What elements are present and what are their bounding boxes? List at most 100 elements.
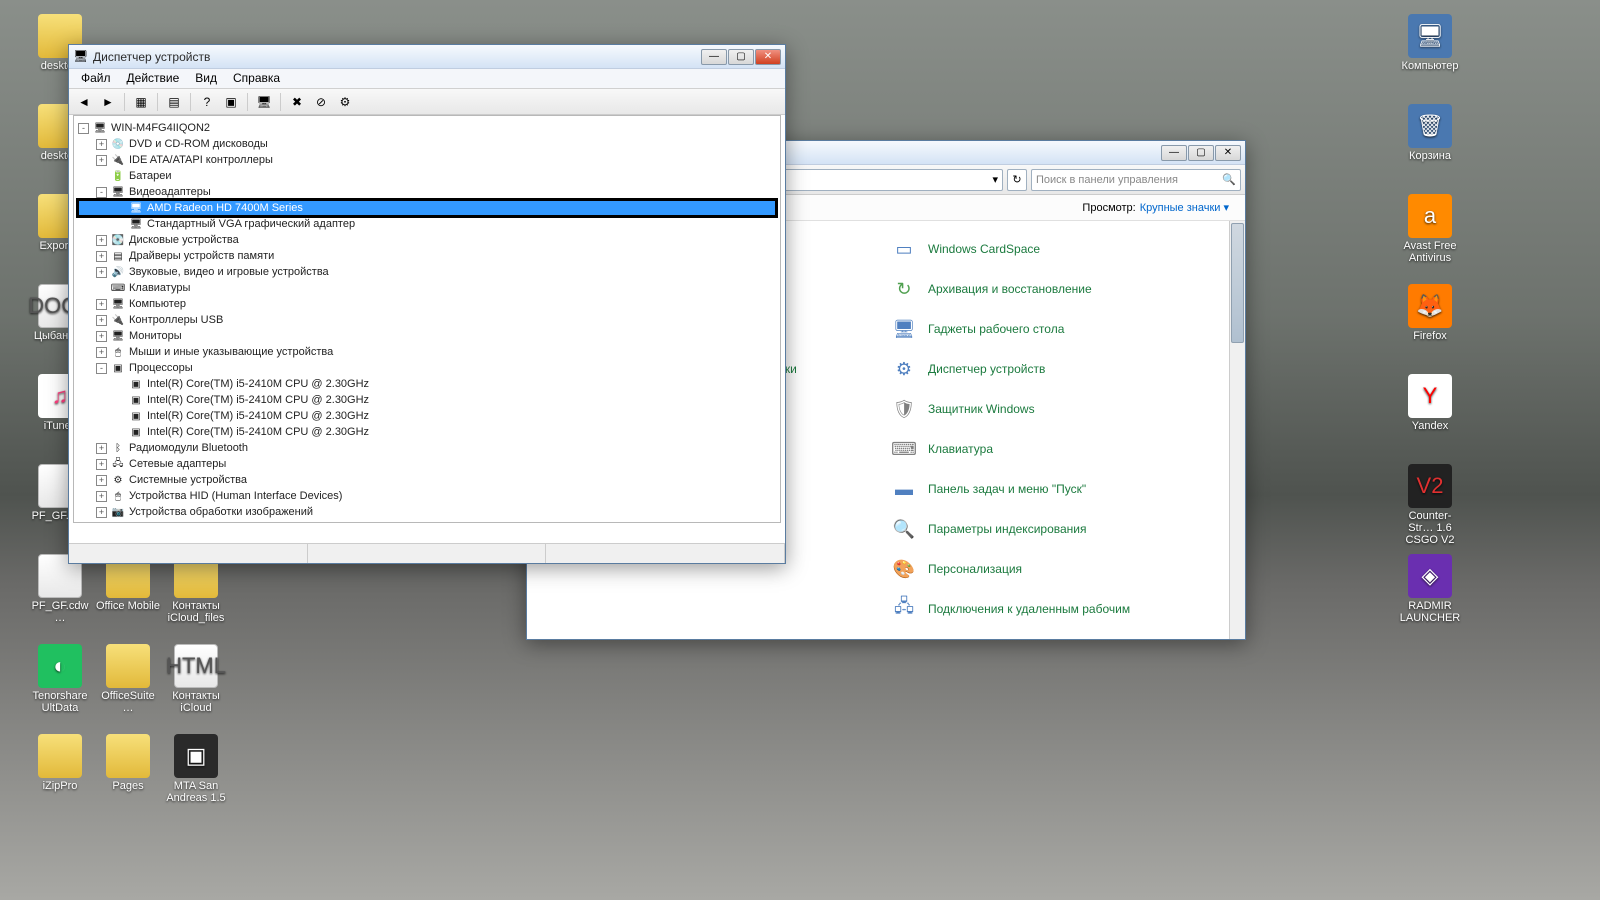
desktop-icon[interactable]: 🗑Корзина (1398, 104, 1462, 162)
uninstall-button[interactable]: ✖ (286, 92, 308, 112)
tree-expander[interactable]: + (96, 459, 107, 470)
disable-button[interactable]: ⊘ (310, 92, 332, 112)
tree-expander[interactable]: + (96, 315, 107, 326)
tree-expander[interactable]: - (96, 187, 107, 198)
close-button[interactable]: ✕ (755, 49, 781, 65)
desktop-icon[interactable]: PF_GF.cdw… (28, 554, 92, 624)
desktop-icon[interactable]: HTMLКонтакты iCloud (164, 644, 228, 714)
scrollbar-thumb[interactable] (1231, 223, 1244, 343)
tree-node[interactable]: +🖱Мыши и иные указывающие устройства (78, 344, 776, 360)
tree-expander[interactable]: + (96, 251, 107, 262)
desktop-icon[interactable]: iZipPro (28, 734, 92, 792)
search-box[interactable]: Поиск в панели управления 🔍 (1031, 169, 1241, 191)
tree-expander[interactable]: + (96, 139, 107, 150)
tree-expander[interactable]: + (96, 155, 107, 166)
tree-node[interactable]: ⌨Клавиатуры (78, 280, 776, 296)
control-panel-item[interactable]: ⚙Диспетчер устройств (882, 349, 1225, 389)
control-panel-item[interactable]: ⌨Клавиатура (882, 429, 1225, 469)
desktop-icon[interactable]: Pages (96, 734, 160, 792)
tree-node[interactable]: -🖥Видеоадаптеры (78, 184, 776, 200)
forward-button[interactable]: ► (97, 92, 119, 112)
control-panel-item[interactable]: 🔍Параметры индексирования (882, 509, 1225, 549)
icon-label: Avast Free Antivirus (1398, 240, 1462, 264)
tree-node[interactable]: 🔋Батареи (78, 168, 776, 184)
tree-node[interactable]: 🖥AMD Radeon HD 7400M Series (78, 200, 776, 216)
tree-node[interactable]: +🖥Компьютер (78, 296, 776, 312)
maximize-button[interactable]: ▢ (728, 49, 754, 65)
help-button[interactable]: ? (196, 92, 218, 112)
icon-label: Yandex (1398, 420, 1462, 432)
desktop-icon[interactable]: Контакты iCloud_files (164, 554, 228, 624)
tree-node[interactable]: ▣Intel(R) Core(TM) i5-2410M CPU @ 2.30GH… (78, 392, 776, 408)
tree-expander[interactable]: + (96, 491, 107, 502)
tree-node[interactable]: +🔌IDE ATA/ATAPI контроллеры (78, 152, 776, 168)
desktop-icon[interactable]: OfficeSuite… (96, 644, 160, 714)
menu-item[interactable]: Действие (119, 69, 188, 88)
tree-node[interactable]: +🔌Контроллеры USB (78, 312, 776, 328)
search-icon[interactable]: 🔍 (1222, 173, 1236, 186)
properties-button[interactable]: ▤ (163, 92, 185, 112)
control-panel-item[interactable]: 🛡Защитник Windows (882, 389, 1225, 429)
control-panel-item[interactable]: 🖥Гаджеты рабочего стола (882, 309, 1225, 349)
control-panel-item[interactable]: ▬Панель задач и меню "Пуск" (882, 469, 1225, 509)
tree-node[interactable]: +📷Устройства обработки изображений (78, 504, 776, 520)
action-button[interactable]: ⚙ (334, 92, 356, 112)
tree-node[interactable]: +ᛒРадиомодули Bluetooth (78, 440, 776, 456)
tree-node[interactable]: +🖥Мониторы (78, 328, 776, 344)
desktop-icon[interactable]: aAvast Free Antivirus (1398, 194, 1462, 264)
control-panel-item[interactable]: ↻Архивация и восстановление (882, 269, 1225, 309)
control-panel-item[interactable]: 🖧Подключения к удаленным рабочим (882, 589, 1225, 629)
device-manager-titlebar[interactable]: 🖥 Диспетчер устройств — ▢ ✕ (69, 45, 785, 69)
tree-expander[interactable]: + (96, 347, 107, 358)
app-icon: 🦊 (1408, 284, 1452, 328)
back-button[interactable]: ◄ (73, 92, 95, 112)
scrollbar[interactable] (1229, 221, 1245, 639)
menu-item[interactable]: Вид (187, 69, 225, 88)
tree-node[interactable]: ▣Intel(R) Core(TM) i5-2410M CPU @ 2.30GH… (78, 424, 776, 440)
update-driver-button[interactable]: ▣ (220, 92, 242, 112)
tree-node[interactable]: 🖥Стандартный VGA графический адаптер (78, 216, 776, 232)
tree-node[interactable]: +▤Драйверы устройств памяти (78, 248, 776, 264)
desktop-icon[interactable]: ▣MTA San Andreas 1.5 (164, 734, 228, 804)
menu-item[interactable]: Файл (73, 69, 119, 88)
tree-expander[interactable]: + (96, 235, 107, 246)
refresh-button[interactable]: ↻ (1007, 169, 1027, 191)
tree-expander[interactable]: + (96, 475, 107, 486)
tree-node[interactable]: +🖧Сетевые адаптеры (78, 456, 776, 472)
desktop-icon[interactable]: 🖥Компьютер (1398, 14, 1462, 72)
tree-expander[interactable]: + (96, 299, 107, 310)
close-button[interactable]: ✕ (1215, 145, 1241, 161)
tree-expander[interactable]: + (96, 443, 107, 454)
tree-expander (96, 283, 107, 294)
menu-item[interactable]: Справка (225, 69, 288, 88)
tree-node[interactable]: +💿DVD и CD-ROM дисководы (78, 136, 776, 152)
control-panel-item[interactable]: 🎨Персонализация (882, 549, 1225, 589)
scan-button[interactable]: 🖥 (253, 92, 275, 112)
desktop-icon[interactable]: 🦊Firefox (1398, 284, 1462, 342)
desktop-icon[interactable]: V2Counter-Str… 1.6 CSGO V2 (1398, 464, 1462, 546)
tree-node[interactable]: -▣Процессоры (78, 360, 776, 376)
show-hidden-button[interactable]: ▦ (130, 92, 152, 112)
control-panel-item[interactable]: ▭Windows CardSpace (882, 229, 1225, 269)
cp-item-label: Подключения к удаленным рабочим (928, 602, 1130, 616)
tree-node[interactable]: +⚙Системные устройства (78, 472, 776, 488)
tree-root[interactable]: -🖥WIN-M4FG4IIQON2 (78, 120, 776, 136)
maximize-button[interactable]: ▢ (1188, 145, 1214, 161)
tree-expander[interactable]: + (96, 331, 107, 342)
tree-node[interactable]: +🔊Звуковые, видео и игровые устройства (78, 264, 776, 280)
tree-node[interactable]: ▣Intel(R) Core(TM) i5-2410M CPU @ 2.30GH… (78, 408, 776, 424)
minimize-button[interactable]: — (701, 49, 727, 65)
device-tree[interactable]: -🖥WIN-M4FG4IIQON2+💿DVD и CD-ROM дисковод… (73, 115, 781, 523)
tree-expander (114, 219, 125, 230)
view-dropdown[interactable]: Крупные значки ▾ (1140, 201, 1229, 214)
desktop-icon[interactable]: YYandex (1398, 374, 1462, 432)
desktop-icon[interactable]: ◐Tenorshare UltData (28, 644, 92, 714)
tree-expander[interactable]: - (96, 363, 107, 374)
tree-expander[interactable]: + (96, 507, 107, 518)
desktop-icon[interactable]: ◈RADMIR LAUNCHER (1398, 554, 1462, 624)
minimize-button[interactable]: — (1161, 145, 1187, 161)
tree-expander[interactable]: + (96, 267, 107, 278)
tree-node[interactable]: +💽Дисковые устройства (78, 232, 776, 248)
tree-node[interactable]: ▣Intel(R) Core(TM) i5-2410M CPU @ 2.30GH… (78, 376, 776, 392)
tree-node[interactable]: +🖱Устройства HID (Human Interface Device… (78, 488, 776, 504)
